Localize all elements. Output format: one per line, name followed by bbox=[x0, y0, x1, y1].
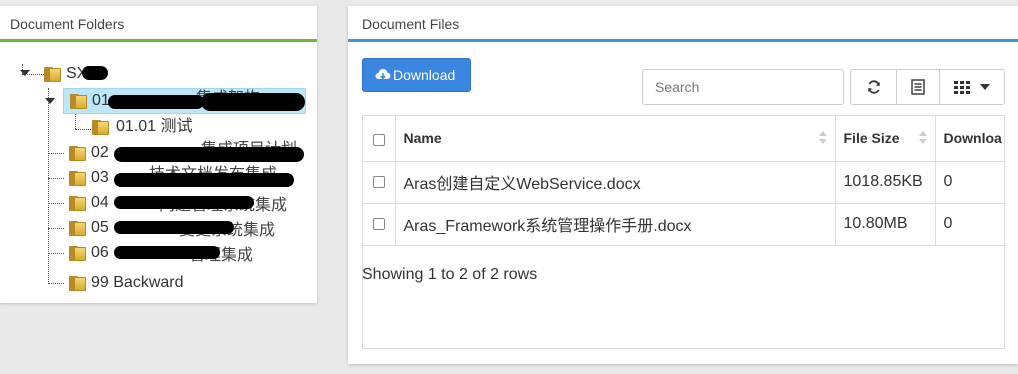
sort-icon bbox=[818, 131, 827, 145]
file-name-cell[interactable]: Aras_Framework系统管理操作手册.docx bbox=[395, 203, 836, 246]
document-folders-panel: Document Folders SX 01 集成架构 bbox=[0, 6, 317, 303]
tree-node-label[interactable]: 05 bbox=[91, 216, 109, 240]
folder-icon bbox=[44, 67, 61, 82]
redaction bbox=[82, 66, 108, 80]
tree-node-label[interactable]: 03 bbox=[91, 166, 109, 190]
table-header-row: Name File Size Downloa bbox=[363, 116, 1006, 162]
redaction bbox=[108, 95, 204, 109]
columns-dropdown-button[interactable] bbox=[939, 69, 1005, 105]
redaction bbox=[114, 196, 254, 209]
search-input[interactable] bbox=[642, 69, 844, 105]
files-table: Name File Size Downloa Aras创建自定义WebServi… bbox=[363, 116, 1006, 246]
tree-line bbox=[48, 88, 49, 284]
folder-icon bbox=[69, 146, 86, 161]
sort-icon bbox=[918, 131, 927, 145]
redaction bbox=[201, 93, 305, 111]
tree-line bbox=[48, 228, 64, 229]
tree-node-label[interactable]: 01.01 测试 bbox=[116, 115, 193, 139]
tree-node-99[interactable]: 99 Backward bbox=[69, 271, 269, 295]
tree-line bbox=[48, 253, 64, 254]
redaction bbox=[114, 173, 294, 187]
download-button[interactable]: Download bbox=[362, 58, 471, 92]
column-header-file-size[interactable]: File Size bbox=[835, 116, 936, 162]
table-row[interactable]: Aras创建自定义WebService.docx 1018.85KB 0 bbox=[363, 161, 1006, 204]
collapse-toggle-icon[interactable] bbox=[20, 70, 30, 76]
tree-line bbox=[48, 283, 64, 284]
tree-node-05[interactable]: 05 变更系统集成 bbox=[69, 216, 309, 240]
pagination-info: Showing 1 to 2 of 2 rows bbox=[362, 266, 538, 283]
tree-node-label[interactable]: 99 Backward bbox=[91, 271, 184, 295]
column-header-downloads[interactable]: Downloa bbox=[935, 116, 1006, 162]
tree-node-04[interactable]: 04 问题管理系统集成 bbox=[69, 191, 309, 215]
refresh-button[interactable] bbox=[850, 69, 897, 105]
redaction bbox=[114, 246, 220, 259]
tree-node-label[interactable]: 02 bbox=[91, 141, 109, 165]
redaction bbox=[114, 221, 234, 234]
select-all-checkbox[interactable] bbox=[372, 133, 385, 146]
tree-node-03[interactable]: 03 技术文档发布集成 bbox=[69, 166, 309, 190]
column-header-name[interactable]: Name bbox=[395, 116, 836, 162]
tree-node-06[interactable]: 06 管理集成 bbox=[69, 241, 309, 265]
collapse-toggle-icon[interactable] bbox=[45, 98, 55, 104]
tree-line bbox=[48, 178, 64, 179]
tree-node-label[interactable]: 04 bbox=[91, 191, 109, 215]
column-label: Downloa bbox=[943, 130, 1002, 147]
list-icon bbox=[911, 79, 925, 95]
row-select-cell bbox=[363, 161, 396, 204]
table-row[interactable]: Aras_Framework系统管理操作手册.docx 10.80MB 0 bbox=[363, 203, 1006, 246]
downloads-cell: 0 bbox=[935, 161, 1006, 204]
toggle-view-button[interactable] bbox=[896, 69, 940, 105]
tree-node-01-01[interactable]: 01.01 测试 bbox=[92, 115, 232, 139]
folder-icon bbox=[69, 276, 86, 291]
file-size-cell: 1018.85KB bbox=[835, 161, 936, 204]
cloud-download-icon bbox=[375, 60, 391, 80]
column-label: File Size bbox=[843, 130, 900, 147]
tree-line bbox=[75, 129, 91, 130]
row-checkbox[interactable] bbox=[372, 175, 385, 188]
row-checkbox[interactable] bbox=[372, 217, 385, 230]
folder-icon bbox=[92, 120, 109, 135]
folder-icon bbox=[69, 246, 86, 261]
column-label: Name bbox=[403, 130, 442, 147]
folder-icon bbox=[69, 196, 86, 211]
refresh-icon bbox=[867, 80, 880, 94]
panel-title: Document Files bbox=[348, 6, 1018, 42]
redaction bbox=[114, 147, 304, 162]
tree-node-01[interactable]: 01 集成架构 bbox=[45, 89, 306, 113]
tree-line bbox=[48, 203, 64, 204]
file-name-cell[interactable]: Aras创建自定义WebService.docx bbox=[395, 161, 836, 204]
files-table-container: Name File Size Downloa Aras创建自定义WebServi… bbox=[362, 115, 1006, 349]
tree-node-root[interactable]: SX bbox=[20, 62, 140, 86]
caret-down-icon bbox=[980, 84, 991, 90]
download-button-label: Download bbox=[393, 67, 456, 83]
tree-line bbox=[48, 153, 64, 154]
folder-tree: SX 01 集成架构 01.01 测试 02 集成项目计划 bbox=[0, 42, 317, 303]
folder-icon bbox=[70, 94, 87, 109]
document-files-panel: Document Files Download Search Name File… bbox=[348, 6, 1018, 364]
tree-node-02[interactable]: 02 集成项目计划 bbox=[69, 141, 309, 165]
select-all-cell bbox=[363, 116, 396, 162]
folder-icon bbox=[69, 221, 86, 236]
row-select-cell bbox=[363, 203, 396, 246]
file-size-cell: 10.80MB bbox=[835, 203, 936, 246]
downloads-cell: 0 bbox=[935, 203, 1006, 246]
panel-title: Document Folders bbox=[0, 6, 317, 42]
columns-grid-icon bbox=[953, 81, 970, 94]
tree-node-label[interactable]: 06 bbox=[91, 241, 109, 265]
folder-icon bbox=[69, 171, 86, 186]
